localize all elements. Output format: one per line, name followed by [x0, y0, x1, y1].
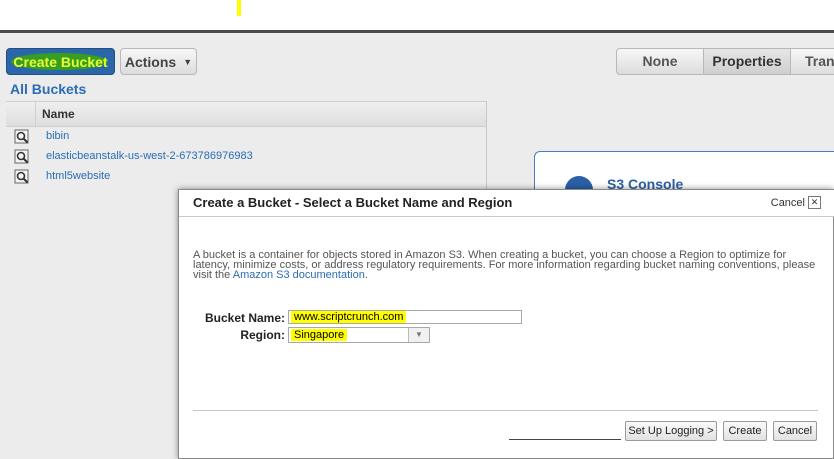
create-button[interactable]: Create: [723, 421, 767, 441]
tab-transfers[interactable]: Tran: [791, 49, 834, 74]
bucket-name-link[interactable]: bibin: [46, 130, 69, 142]
dialog-footer-divider: [193, 410, 818, 411]
table-header: Name: [6, 101, 486, 127]
bucket-name-link[interactable]: elasticbeanstalk-us-west-2-673786976983: [46, 150, 253, 162]
all-buckets-heading: All Buckets: [10, 81, 87, 97]
highlight-mark: [237, 0, 241, 16]
actions-label: Actions: [124, 53, 177, 70]
select-column: [6, 102, 36, 126]
description-end: .: [364, 269, 368, 281]
chevron-down-icon[interactable]: ▼: [408, 328, 429, 342]
region-label: Region:: [240, 328, 285, 342]
bucket-name-link[interactable]: html5website: [46, 170, 110, 182]
cancel-button[interactable]: Cancel: [773, 421, 817, 441]
bucket-table: Name bibin elasticbeanstalk-us-west-2-67…: [6, 101, 486, 193]
table-row[interactable]: bibin: [6, 127, 486, 147]
close-icon[interactable]: ✕: [808, 196, 821, 209]
actions-menu-button[interactable]: Actions ▼: [120, 48, 197, 75]
dialog-title: Create a Bucket - Select a Bucket Name a…: [193, 195, 513, 210]
create-bucket-dialog: Create a Bucket - Select a Bucket Name a…: [178, 189, 834, 459]
create-bucket-button[interactable]: Create Bucket: [6, 48, 115, 75]
table-row[interactable]: elasticbeanstalk-us-west-2-673786976983: [6, 147, 486, 167]
tab-properties[interactable]: Properties: [704, 49, 791, 74]
magnifier-icon[interactable]: [14, 149, 30, 165]
top-header: [0, 0, 834, 30]
magnifier-icon[interactable]: [14, 169, 30, 185]
tab-none[interactable]: None: [617, 49, 704, 74]
setup-logging-button[interactable]: Set Up Logging >: [625, 421, 717, 441]
bucket-name-input[interactable]: www.scriptcrunch.com: [288, 310, 522, 324]
caret-down-icon: ▼: [183, 56, 193, 67]
s3-documentation-link[interactable]: Amazon S3 documentation: [233, 269, 365, 281]
name-column-header[interactable]: Name: [42, 107, 75, 121]
region-value: Singapore: [291, 329, 348, 341]
dialog-cancel-link[interactable]: Cancel ✕: [771, 196, 821, 209]
table-row[interactable]: html5website: [6, 167, 486, 187]
bucket-name-label: Bucket Name:: [204, 311, 285, 325]
bucket-name-value: www.scriptcrunch.com: [291, 311, 407, 323]
create-bucket-label: Create Bucket: [13, 53, 108, 70]
dialog-cancel-label: Cancel: [770, 196, 805, 209]
dialog-header: Create a Bucket - Select a Bucket Name a…: [179, 190, 834, 217]
view-segment-control: None Properties Tran: [616, 48, 834, 75]
dialog-description: A bucket is a container for objects stor…: [193, 250, 823, 281]
region-select[interactable]: Singapore ▼: [288, 327, 430, 343]
magnifier-icon[interactable]: [14, 129, 30, 145]
footer-underline: [509, 439, 621, 440]
